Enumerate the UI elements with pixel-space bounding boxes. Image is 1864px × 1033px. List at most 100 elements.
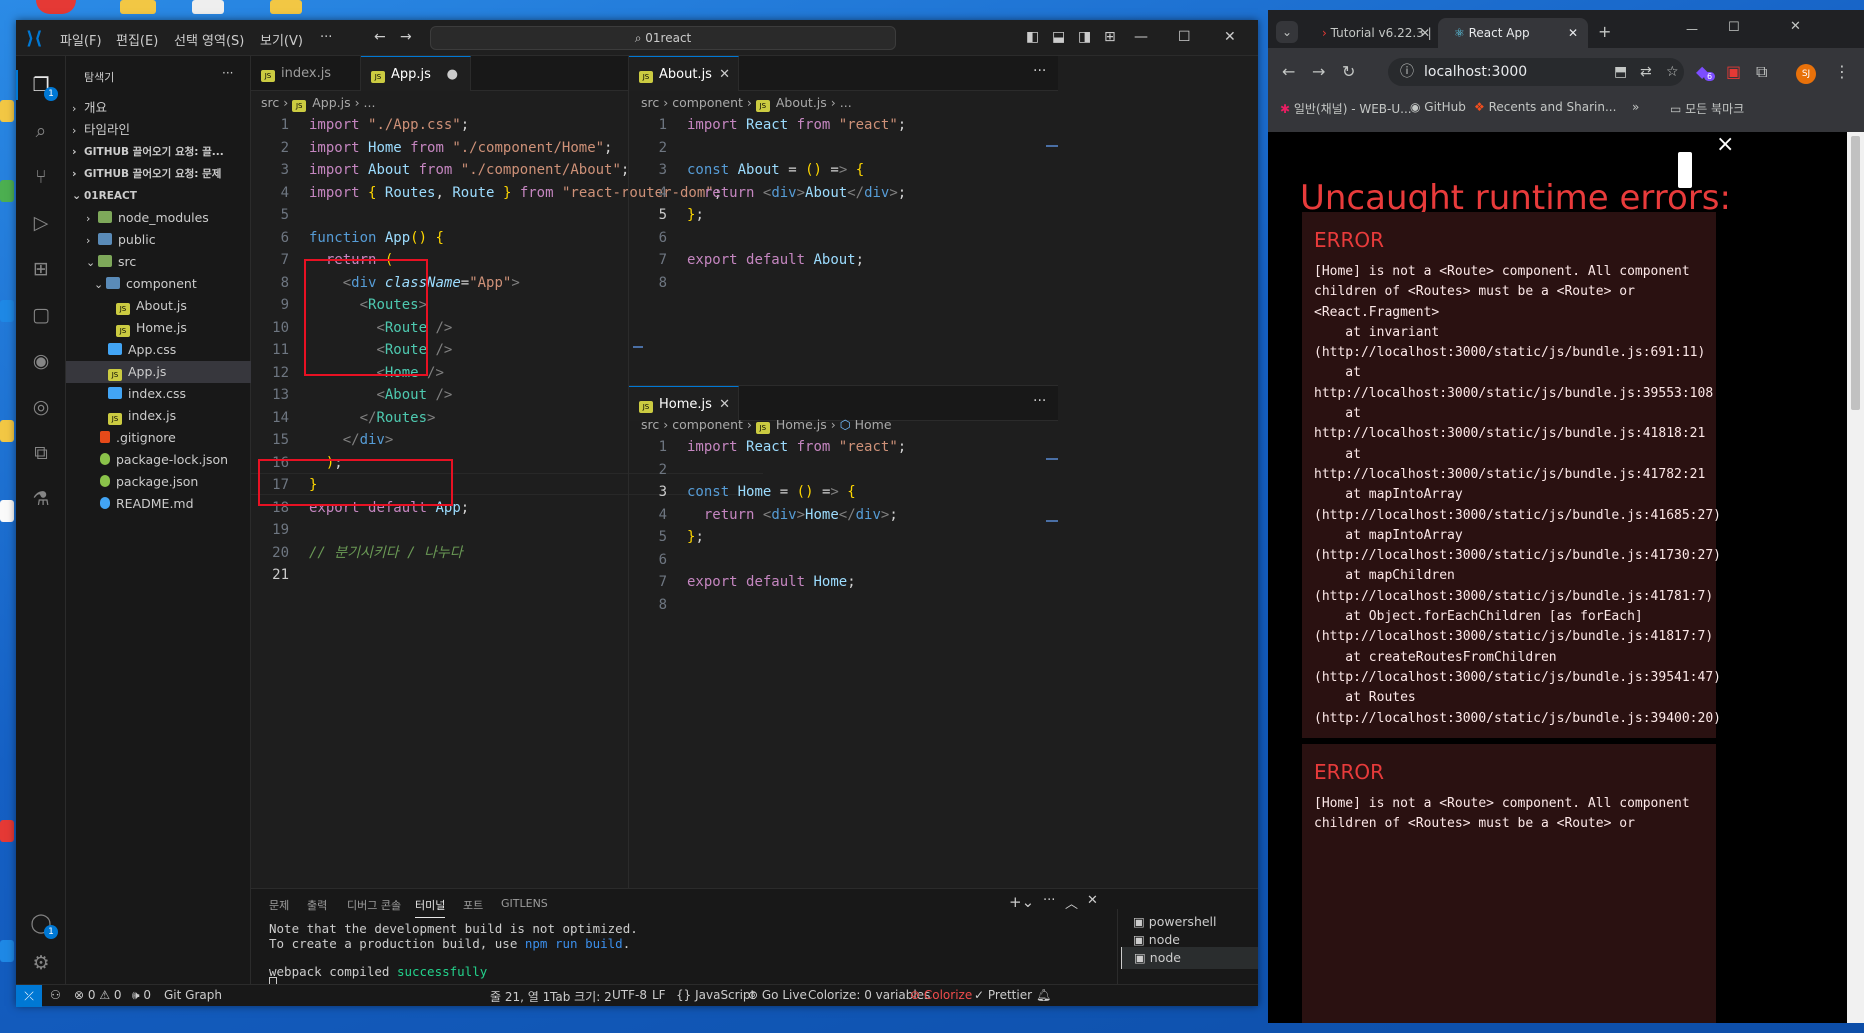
- tree-file-index-js[interactable]: JS index.js: [66, 405, 251, 427]
- cursor-position[interactable]: 줄 21, 열 1: [490, 988, 550, 1005]
- extensions-puzzle-icon[interactable]: ⧉: [1756, 62, 1767, 82]
- command-center-search[interactable]: ⌕ 01react: [430, 26, 896, 50]
- menu-selection[interactable]: 선택 영역(S): [174, 30, 244, 49]
- desktop-shortcut-icon[interactable]: [120, 0, 156, 14]
- line-ending[interactable]: LF: [652, 988, 666, 1002]
- tree-file-readme[interactable]: README.md: [66, 493, 251, 515]
- breadcrumb-item[interactable]: src: [641, 417, 659, 432]
- maximize-icon[interactable]: ☐: [1728, 20, 1740, 35]
- maximize-icon[interactable]: ☐: [1178, 29, 1191, 45]
- git-graph-button[interactable]: Git Graph: [164, 988, 222, 1002]
- tree-file-package-lock[interactable]: package-lock.json: [66, 449, 251, 471]
- profile-avatar[interactable]: SJ: [1796, 64, 1816, 84]
- tree-file-index-css[interactable]: index.css: [66, 383, 251, 405]
- scrollbar-thumb[interactable]: [1851, 136, 1860, 410]
- run-debug-icon[interactable]: ▷: [30, 212, 52, 234]
- section-github-pr-1[interactable]: › GITHUB 끌어오기 요청: 끌...: [66, 141, 251, 163]
- section-outline[interactable]: › 개요: [66, 97, 251, 119]
- tab-tutorial[interactable]: › Tutorial v6.22.3 | ✕: [1306, 18, 1436, 48]
- go-live-button[interactable]: ⊚ Go Live: [748, 988, 807, 1002]
- chrome-menu-icon[interactable]: ⋮: [1834, 62, 1850, 81]
- section-github-pr-2[interactable]: › GITHUB 끌어오기 요청: 문제: [66, 163, 251, 185]
- bookmark-star-icon[interactable]: ☆: [1666, 58, 1679, 86]
- encoding[interactable]: UTF-8: [612, 988, 647, 1002]
- breadcrumb-item[interactable]: Home: [855, 417, 892, 432]
- breadcrumb-item[interactable]: About.js: [776, 95, 827, 110]
- code-line[interactable]: import React from "react";: [687, 114, 906, 136]
- extensions-icon[interactable]: ⊞: [30, 258, 52, 280]
- forward-arrow-icon[interactable]: →: [400, 29, 412, 45]
- bookmark-item[interactable]: ✱ 일반(채널) - WEB-U...: [1280, 100, 1412, 117]
- tree-folder-node-modules[interactable]: › node_modules: [66, 207, 251, 229]
- extension-icon[interactable]: ◆ 6: [1696, 62, 1716, 81]
- tree-file-about[interactable]: JS About.js: [66, 295, 251, 317]
- close-icon[interactable]: ✕: [1790, 19, 1801, 34]
- all-bookmarks[interactable]: ▭ 모든 북마크: [1670, 100, 1744, 117]
- code-line[interactable]: const Home = () => {: [687, 481, 856, 503]
- unsaved-dot-icon[interactable]: ●: [447, 57, 458, 92]
- code-line[interactable]: };: [687, 526, 704, 548]
- tree-file-home[interactable]: JS Home.js: [66, 317, 251, 339]
- panel-tab-problems[interactable]: 문제: [269, 897, 289, 913]
- accounts-sync-icon[interactable]: ⚇: [50, 988, 61, 1002]
- tree-file-app-css[interactable]: App.css: [66, 339, 251, 361]
- colorize-button[interactable]: ⊘ Colorize: [910, 988, 972, 1002]
- tree-folder-public[interactable]: › public: [66, 229, 251, 251]
- code-line[interactable]: return <div>About</div>;: [687, 182, 906, 204]
- back-arrow-icon[interactable]: ←: [1282, 62, 1295, 81]
- more-actions-icon[interactable]: ···: [1033, 393, 1046, 409]
- tab-index-js[interactable]: JS index.js: [251, 56, 361, 91]
- close-tab-icon[interactable]: ✕: [1568, 18, 1578, 48]
- terminal-list-item-active[interactable]: ▣ node: [1121, 947, 1258, 969]
- minimize-icon[interactable]: —: [1686, 22, 1698, 36]
- more-actions-icon[interactable]: ···: [1033, 63, 1046, 79]
- desktop-shortcut-icon[interactable]: [0, 180, 14, 202]
- forward-arrow-icon[interactable]: →: [1312, 62, 1325, 81]
- close-tab-icon[interactable]: ✕: [1420, 18, 1430, 48]
- desktop-shortcut-icon[interactable]: [192, 0, 224, 14]
- maximize-panel-icon[interactable]: ︿: [1065, 893, 1078, 912]
- translate-icon[interactable]: ⇄: [1640, 58, 1652, 86]
- code-line[interactable]: import About from "./component/About";: [309, 159, 629, 181]
- install-app-icon[interactable]: ⬒: [1614, 58, 1627, 86]
- menu-file[interactable]: 파일(F): [60, 30, 102, 49]
- desktop-shortcut-icon[interactable]: [0, 940, 14, 962]
- explorer-icon[interactable]: ❐ 1: [30, 74, 58, 101]
- gear-icon[interactable]: ⚙: [30, 952, 52, 974]
- breadcrumb-item[interactable]: component: [672, 417, 743, 432]
- reload-icon[interactable]: ↻: [1342, 62, 1355, 81]
- search-icon[interactable]: ⌕: [30, 120, 52, 142]
- more-actions-icon[interactable]: ···: [222, 66, 233, 80]
- git-graph-icon[interactable]: ⧉: [30, 442, 52, 464]
- panel-tab-gitlens[interactable]: GITLENS: [501, 897, 548, 910]
- code-line[interactable]: export default Home;: [687, 571, 856, 593]
- close-panel-icon[interactable]: ✕: [1087, 893, 1098, 908]
- remote-explorer-icon[interactable]: ▢: [30, 304, 52, 326]
- panel-tab-ports[interactable]: 포트: [463, 897, 483, 913]
- extension-icon[interactable]: ▣: [1726, 62, 1741, 81]
- bell-icon[interactable]: 🔔︎: [1036, 988, 1051, 1002]
- tree-file-gitignore[interactable]: .gitignore: [66, 427, 251, 449]
- code-line[interactable]: import Home from "./component/Home";: [309, 137, 612, 159]
- desktop-shortcut-icon[interactable]: [0, 820, 14, 842]
- tab-app-js[interactable]: JS App.js ●: [361, 56, 471, 91]
- back-arrow-icon[interactable]: ←: [374, 29, 386, 45]
- breadcrumb-item[interactable]: component: [672, 95, 743, 110]
- bookmark-item[interactable]: ◉ GitHub: [1410, 100, 1466, 114]
- code-line[interactable]: import "./App.css";: [309, 114, 469, 136]
- testing-icon[interactable]: ⚗: [30, 488, 52, 510]
- source-control-icon[interactable]: ⑂: [30, 166, 52, 188]
- code-line[interactable]: };: [687, 204, 704, 226]
- code-line[interactable]: return <div>Home</div>;: [687, 504, 898, 526]
- code-line[interactable]: function App() {: [309, 227, 444, 249]
- github-icon[interactable]: ◉: [30, 350, 52, 372]
- code-editor-about-js[interactable]: 1 import React from "react"; 2 3 const About…: [629, 114, 1058, 294]
- close-icon[interactable]: ✕: [1224, 29, 1236, 45]
- breadcrumb-item[interactable]: src: [641, 95, 659, 110]
- close-overlay-button[interactable]: ×: [1716, 132, 1734, 157]
- code-line[interactable]: </Routes>: [309, 407, 436, 429]
- page-scrollbar[interactable]: [1847, 132, 1864, 1023]
- tab-size[interactable]: Tab 크기: 2: [550, 988, 612, 1005]
- problems-indicator[interactable]: ⊗ 0 ⚠ 0: [74, 988, 122, 1002]
- breadcrumb-item[interactable]: Home.js: [776, 417, 827, 432]
